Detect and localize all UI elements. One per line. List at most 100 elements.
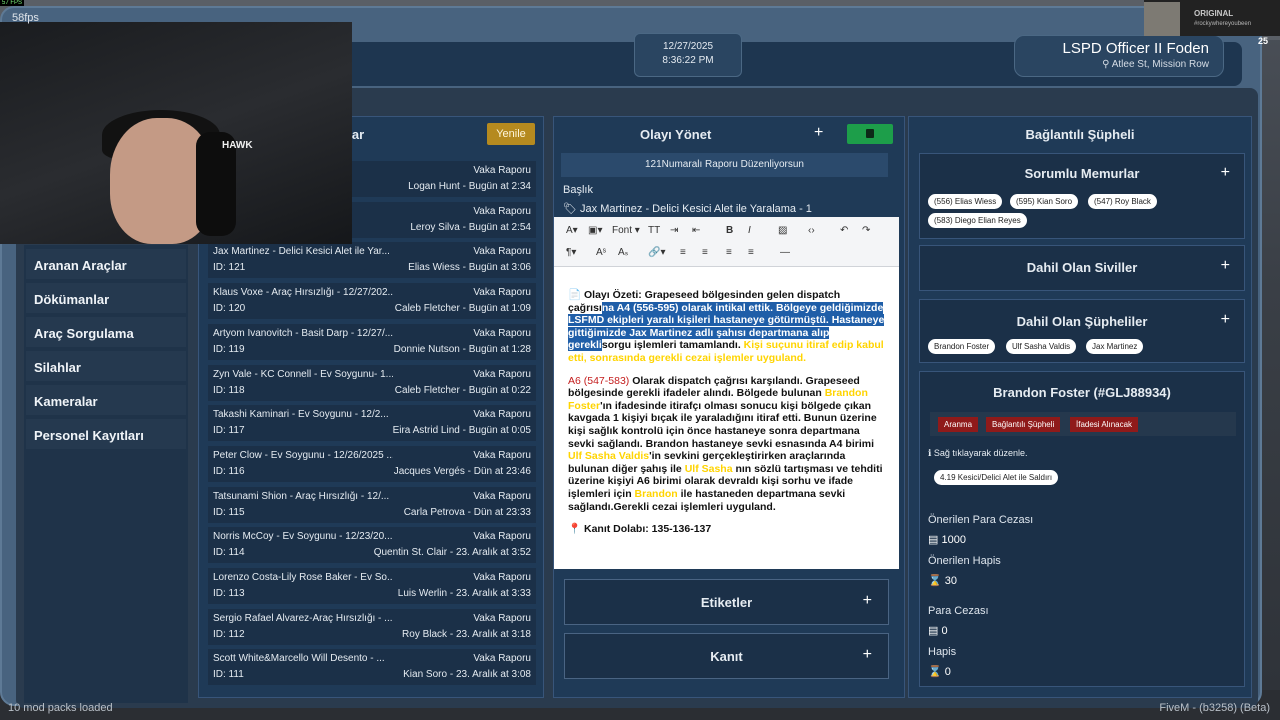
officers-box: Sorumlu Memurlar + (556) Elias Wiess (59… <box>919 153 1245 239</box>
officer-chip[interactable]: (583) Diego Elian Reyes <box>928 213 1027 228</box>
charge-chip[interactable]: 4.19 Kesici/Delici Alet ile Saldırı <box>934 470 1059 485</box>
sidebar-item-documents[interactable]: Dökümanlar <box>26 283 186 313</box>
italic-icon[interactable]: I <box>748 225 751 236</box>
report-title: Sergio Rafael Alvarez-Araç Hırsızlığı - … <box>213 612 393 624</box>
suspect-panel-title: Bağlantılı Şüpheli <box>1025 127 1135 142</box>
report-id: ID: 116 <box>213 465 245 477</box>
report-editor[interactable]: 📄 Olayı Özeti: Grapeseed bölgesinden gel… <box>554 267 899 569</box>
redo-icon[interactable]: ↷ <box>862 225 870 236</box>
summary-text-end: sorgu işlemleri tamamlandı. <box>601 339 741 352</box>
suspect-chip[interactable]: Jax Martinez <box>1086 339 1144 354</box>
sidebar-item-weapons[interactable]: Silahlar <box>26 351 186 381</box>
font-size-icon[interactable]: TT <box>648 225 660 236</box>
report-title: Lorenzo Costa-Lily Rose Baker - Ev So... <box>213 572 393 583</box>
add-tag-icon[interactable]: + <box>863 592 872 610</box>
manage-incident-panel: Olayı Yönet + 121Numaralı Raporu Düzenli… <box>553 116 905 698</box>
report-type: Vaka Raporu <box>473 246 531 258</box>
civilians-label: Dahil Olan Siviller <box>1026 260 1138 275</box>
bold-icon[interactable]: B <box>726 225 733 236</box>
suspect-chip[interactable]: Ulf Sasha Valdis <box>1006 339 1077 354</box>
stream-handle: #rockywhereyoubeen <box>1194 21 1252 27</box>
horizontal-rule-icon[interactable]: — <box>780 247 790 258</box>
summary-paragraph: 📄 Olayı Özeti: Grapeseed bölgesinden gel… <box>568 289 885 365</box>
report-author: Caleb Fletcher - Bugün at 1:09 <box>394 303 531 315</box>
officer-chip[interactable]: (547) Roy Black <box>1088 194 1157 209</box>
report-type: Vaka Raporu <box>473 205 531 217</box>
recommended-jail-value: ⌛ 30 <box>928 574 957 587</box>
report-type: Vaka Raporu <box>473 572 531 583</box>
link-icon[interactable]: 🔗▾ <box>648 247 665 258</box>
sidebar-item-staff-records[interactable]: Personel Kayıtları <box>26 419 186 449</box>
report-row[interactable]: Jax Martinez - Delici Kesici Alet ile Ya… <box>208 242 536 279</box>
report-row[interactable]: Klaus Voxe - Araç Hırsızlığı - 12/27/202… <box>208 283 536 320</box>
officer-badge: LSPD Officer II Foden ⚲ Atlee St, Missio… <box>1014 35 1224 77</box>
jail-value[interactable]: ⌛ 0 <box>928 665 951 678</box>
add-suspect-icon[interactable]: + <box>1221 311 1230 329</box>
suspect-chip[interactable]: Brandon Foster <box>928 339 996 354</box>
font-dropdown[interactable]: Font ▾ <box>612 225 640 236</box>
webcam-overlay: HAWK <box>0 22 352 244</box>
align-right-icon[interactable]: ≡ <box>726 247 732 258</box>
report-row[interactable]: Tatsunami Shion - Araç Hırsızlığı - 12/.… <box>208 486 536 523</box>
hourglass-icon: ⌛ <box>928 666 942 678</box>
outdent-icon[interactable]: ⇤ <box>692 225 700 236</box>
refresh-button[interactable]: Yenile <box>487 123 535 145</box>
report-row[interactable]: Peter Clow - Ev Soygunu - 12/26/2025 ...… <box>208 445 536 482</box>
undo-icon[interactable]: ↶ <box>840 225 848 236</box>
report-id: ID: 112 <box>213 628 245 640</box>
flag-tag[interactable]: Aranma <box>938 417 979 432</box>
recommended-fine-label: Önerilen Para Cezası <box>928 514 1034 526</box>
mods-loaded-text: 10 mod packs loaded <box>8 702 113 714</box>
justify-icon[interactable]: ≡ <box>748 247 754 258</box>
subscript-icon[interactable]: Aₛ <box>618 247 628 258</box>
paragraph-icon[interactable]: ¶▾ <box>566 247 576 258</box>
officer-name: LSPD Officer II Foden <box>1062 40 1209 57</box>
save-button[interactable] <box>847 124 893 144</box>
evidence-paragraph: 📍 Kanıt Dolabı: 135-136-137 <box>568 523 712 536</box>
text-color-icon[interactable]: A▾ <box>566 225 578 236</box>
date-text: 12/27/2025 <box>662 41 714 52</box>
recommended-fine-amount: 1000 <box>941 534 966 546</box>
officer-chip[interactable]: (556) Elias Wiess <box>928 194 1003 209</box>
report-type: Vaka Raporu <box>473 368 531 380</box>
details-paragraph: A6 (547-583) Olarak dispatch çağrısı kar… <box>568 375 885 514</box>
report-row[interactable]: Takashi Kaminari - Ev Soygunu - 12/2... V… <box>208 405 536 442</box>
corner-number: 25 <box>1258 36 1269 46</box>
report-row[interactable]: Artyom Ivanovitch - Basit Darp - 12/27/.… <box>208 323 536 360</box>
report-row[interactable]: Scott White&Marcello Will Desento - ... V… <box>208 649 536 686</box>
evidence-locker-text: Kanıt Dolabı: 135-136-137 <box>584 523 712 536</box>
align-center-icon[interactable]: ≡ <box>702 247 708 258</box>
report-author: Leroy Silva - Bugün at 2:54 <box>410 221 531 233</box>
image-icon[interactable]: ▨ <box>778 225 787 236</box>
sidebar-item-wanted-vehicles[interactable]: Aranan Araçlar <box>26 249 186 279</box>
highlight-icon[interactable]: ▣▾ <box>588 225 602 236</box>
report-author: Roy Black - 23. Aralık at 3:18 <box>402 628 531 640</box>
details-text-2: 'ın ifadesinde itirafçı olması sonucu ki… <box>568 399 877 450</box>
report-row[interactable]: Sergio Rafael Alvarez-Araç Hırsızlığı - … <box>208 608 536 645</box>
sidebar-item-vehicle-lookup[interactable]: Araç Sorgulama <box>26 317 186 347</box>
time-text: 8:36:22 PM <box>662 55 714 66</box>
add-evidence-icon[interactable]: + <box>863 646 872 664</box>
add-plus-icon[interactable]: + <box>814 124 823 142</box>
add-officer-icon[interactable]: + <box>1221 164 1230 182</box>
title-field[interactable]: 🏷 Jax Martinez - Delici Kesici Alet ile … <box>563 202 812 215</box>
report-row[interactable]: Norris McCoy - Ev Soygunu - 12/23/20... V… <box>208 527 536 564</box>
report-id: ID: 113 <box>213 588 245 599</box>
code-icon[interactable]: ‹› <box>808 225 815 236</box>
report-row[interactable]: Zyn Vale - KC Connell - Ev Soygunu- 1...… <box>208 364 536 401</box>
superscript-icon[interactable]: Aˢ <box>596 247 606 258</box>
flag-tag[interactable]: İfadesi Alınacak <box>1070 417 1139 432</box>
sidebar-item-cameras[interactable]: Kameralar <box>26 385 186 415</box>
report-title: Tatsunami Shion - Araç Hırsızlığı - 12/.… <box>213 490 390 502</box>
fine-value[interactable]: ▤ 0 <box>928 624 948 637</box>
report-type: Vaka Raporu <box>473 287 531 299</box>
flag-tag[interactable]: Bağlantılı Şüpheli <box>986 417 1061 432</box>
details-name-3: Ulf Sasha <box>684 462 733 475</box>
indent-icon[interactable]: ⇥ <box>670 225 678 236</box>
report-title: Peter Clow - Ev Soygunu - 12/26/2025 ... <box>213 449 393 461</box>
report-row[interactable]: Lorenzo Costa-Lily Rose Baker - Ev So...… <box>208 568 536 604</box>
report-type: Vaka Raporu <box>473 490 531 502</box>
officer-chip[interactable]: (595) Kian Soro <box>1010 194 1079 209</box>
align-left-icon[interactable]: ≡ <box>680 247 686 258</box>
add-civilian-icon[interactable]: + <box>1221 257 1230 275</box>
